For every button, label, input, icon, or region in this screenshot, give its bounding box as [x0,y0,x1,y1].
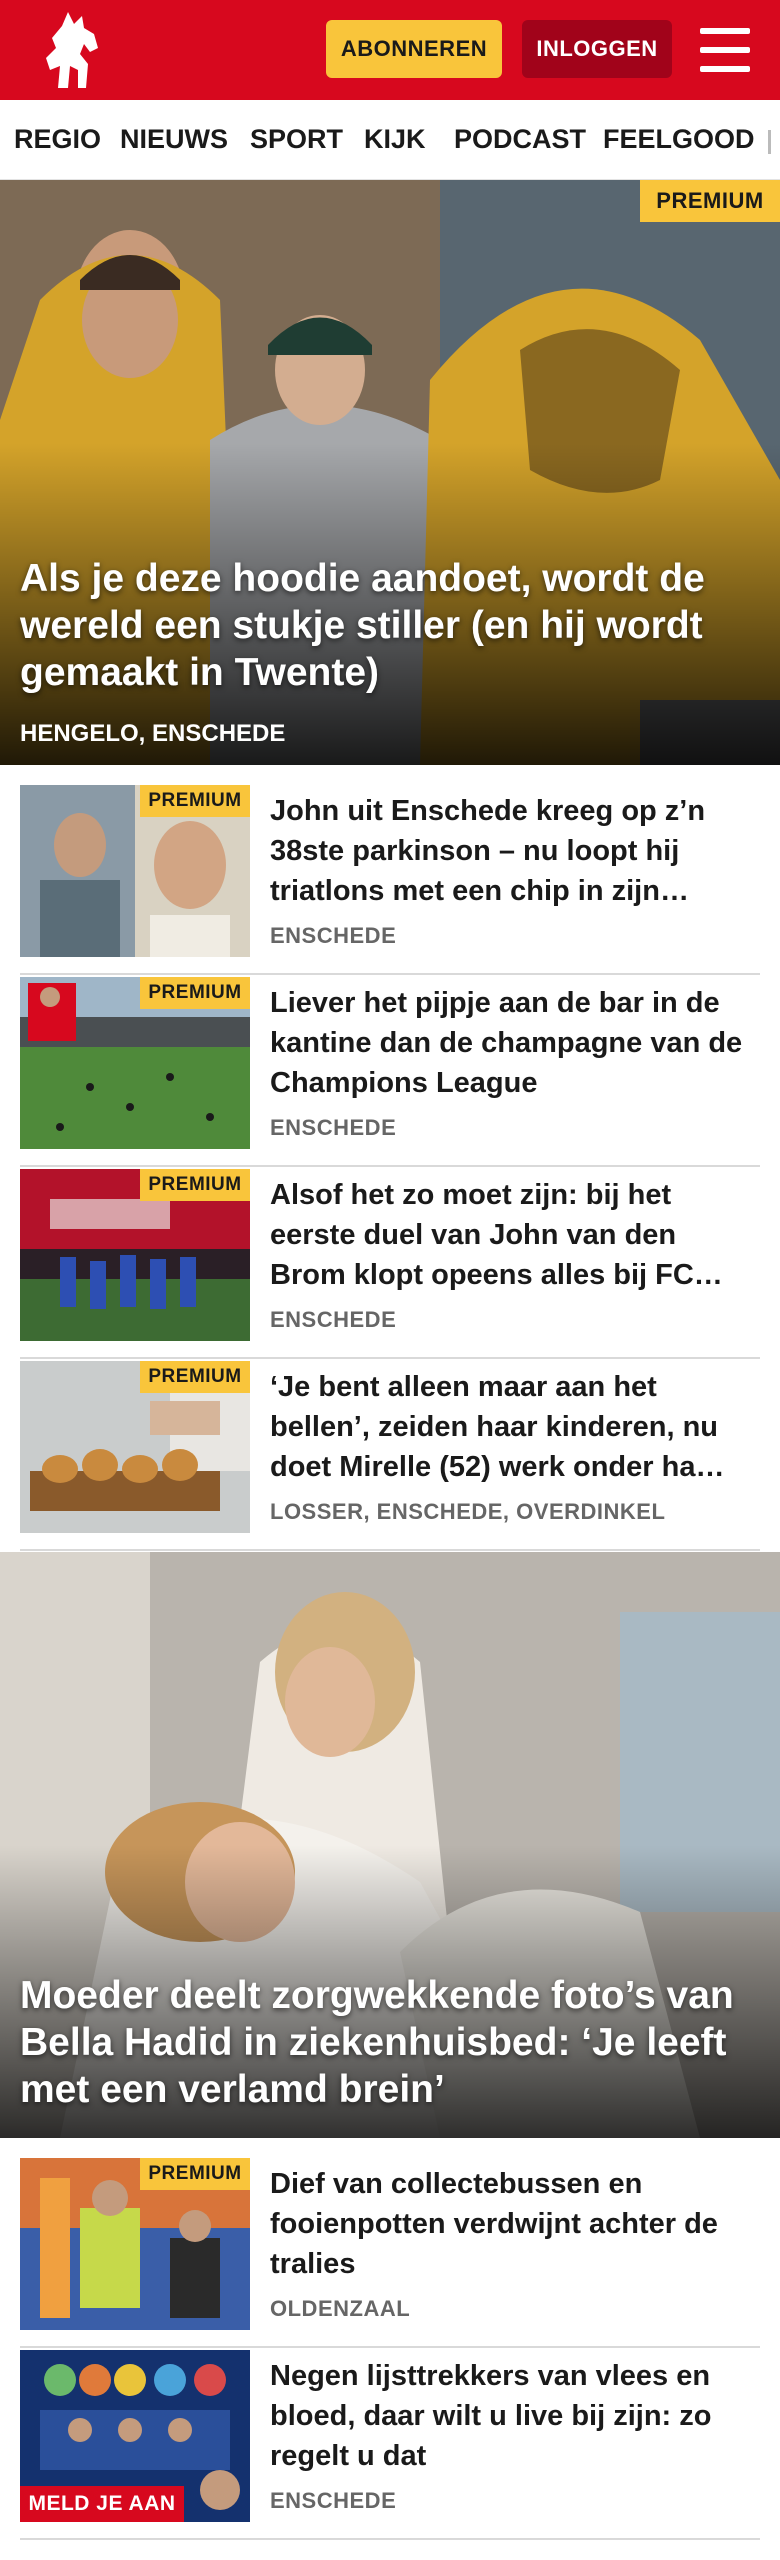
list-item[interactable]: PREMIUM Alsof het zo moet zijn: bij het … [20,1169,760,1359]
nav-overflow-divider [768,130,771,154]
hero-headline[interactable]: Als je deze hoodie aandoet, wordt de wer… [20,555,756,696]
article-location: ENSCHEDE [270,2488,397,2513]
hero-location: HENGELO, ENSCHEDE [20,720,286,747]
list-item[interactable]: PREMIUM John uit Enschede kreeg op z’n 3… [20,785,760,975]
article-headline[interactable]: John uit Enschede kreeg op z’n 38ste par… [270,791,750,911]
nav-item-regio[interactable]: REGIO [14,124,101,155]
article-location: ENSCHEDE [270,923,397,948]
article-thumbnail-arrest: PREMIUM [20,2158,250,2330]
premium-badge: PREMIUM [140,1361,250,1393]
nav-item-nieuws[interactable]: NIEUWS [120,124,228,155]
article-thumbnail-parkinson: PREMIUM [20,785,250,957]
login-button[interactable]: INLOGGEN [522,20,672,78]
article-location: LOSSER, ENSCHEDE, OVERDINKEL [270,1499,666,1524]
article-location: ENSCHEDE [270,1115,397,1140]
article-thumbnail-debate: MELD JE AAN [20,2350,250,2522]
nav-item-sport[interactable]: SPORT [250,124,343,155]
sign-up-badge[interactable]: MELD JE AAN [20,2486,184,2522]
hamburger-menu-icon[interactable] [700,28,750,72]
article-headline[interactable]: Liever het pijpje aan de bar in de kanti… [270,983,750,1103]
hero-article-bella-hadid[interactable]: Moeder deelt zorgwekkende foto’s van Bel… [0,1552,780,2138]
article-location: OLDENZAAL [270,2296,411,2321]
premium-badge: PREMIUM [140,1169,250,1201]
nav-item-feelgood[interactable]: FEELGOOD [603,124,755,155]
article-headline[interactable]: Alsof het zo moet zijn: bij het eerste d… [270,1175,750,1295]
nav-item-kijk[interactable]: KIJK [364,124,426,155]
section-nav: REGIO NIEUWS SPORT KIJK PODCAST FEELGOOD [0,100,780,180]
premium-badge: PREMIUM [140,2158,250,2190]
premium-badge: PREMIUM [140,785,250,817]
list-item[interactable]: PREMIUM ‘Je bent alleen maar aan het bel… [20,1361,760,1551]
article-location: ENSCHEDE [270,1307,397,1332]
premium-badge: PREMIUM [640,180,780,222]
tubantia-horse-logo-icon[interactable] [38,8,110,92]
subscribe-button[interactable]: ABONNEREN [326,20,502,78]
article-thumbnail-bread: PREMIUM [20,1361,250,1533]
article-thumbnail-football-field: PREMIUM [20,977,250,1149]
top-bar: ABONNEREN INLOGGEN [0,0,780,100]
list-item[interactable]: MELD JE AAN Negen lijsttrekkers van vlee… [20,2350,760,2540]
hero-headline[interactable]: Moeder deelt zorgwekkende foto’s van Bel… [20,1972,756,2113]
article-headline[interactable]: ‘Je bent alleen maar aan het bellen’, ze… [270,1367,750,1487]
hero-article-hoodie[interactable]: PREMIUM Als je deze hoodie aandoet, word… [0,180,780,765]
article-headline[interactable]: Dief van collectebussen en fooienpotten … [270,2164,750,2284]
premium-badge: PREMIUM [140,977,250,1009]
article-thumbnail-fc-twente-players: PREMIUM [20,1169,250,1341]
list-item[interactable]: PREMIUM Liever het pijpje aan de bar in … [20,977,760,1167]
article-headline[interactable]: Negen lijsttrekkers van vlees en bloed, … [270,2356,750,2476]
list-item[interactable]: PREMIUM Dief van collectebussen en fooie… [20,2158,760,2348]
nav-item-podcast[interactable]: PODCAST [454,124,586,155]
